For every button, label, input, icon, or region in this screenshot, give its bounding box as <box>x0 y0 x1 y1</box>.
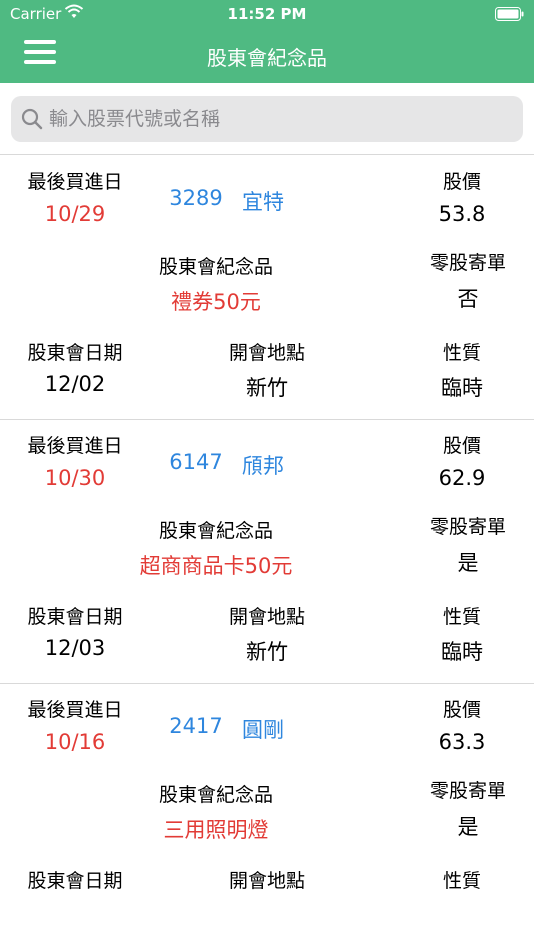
last-buy-date-value: 10/16 <box>44 730 106 754</box>
list-item[interactable]: 最後買進日 10/30 6147 頎邦 股價 62.9 股東會紀念品 超商商品卡… <box>0 420 534 684</box>
souvenir-value: 超商商品卡50元 <box>139 554 293 578</box>
last-buy-date-label: 最後買進日 <box>27 171 123 193</box>
search-field[interactable] <box>11 96 523 142</box>
list-item[interactable]: 最後買進日 10/16 2417 圓剛 股價 63.3 股東會紀念品 三用照明燈… <box>0 684 534 948</box>
stock-name: 圓剛 <box>242 718 284 742</box>
meeting-date-value: 12/02 <box>44 372 106 396</box>
price-value: 63.3 <box>438 730 486 754</box>
search-bar <box>0 83 534 155</box>
last-buy-date-label: 最後買進日 <box>27 435 123 457</box>
battery-icon <box>495 7 524 21</box>
price-label: 股價 <box>442 171 481 193</box>
stock-name: 宜特 <box>242 190 284 214</box>
type-label: 性質 <box>442 342 481 364</box>
odd-lot-label: 零股寄單 <box>429 780 506 802</box>
souvenir-label: 股東會紀念品 <box>158 784 273 806</box>
type-value: 臨時 <box>441 640 483 664</box>
search-icon <box>21 108 43 130</box>
meeting-date-label: 股東會日期 <box>27 606 123 628</box>
stock-code: 6147 <box>169 450 223 474</box>
odd-lot-label: 零股寄單 <box>429 516 506 538</box>
price-value: 53.8 <box>438 202 486 226</box>
last-buy-date-label: 最後買進日 <box>27 699 123 721</box>
type-label: 性質 <box>442 870 481 892</box>
type-label: 性質 <box>442 606 481 628</box>
souvenir-list: 最後買進日 10/29 3289 宜特 股價 53.8 股東會紀念品 禮券50元… <box>0 156 534 948</box>
last-buy-date-value: 10/29 <box>44 202 106 226</box>
souvenir-value: 禮券50元 <box>171 290 261 314</box>
odd-lot-value: 是 <box>457 815 479 839</box>
souvenir-label: 股東會紀念品 <box>158 256 273 278</box>
last-buy-date-value: 10/30 <box>44 466 106 490</box>
location-value: 新竹 <box>246 376 288 400</box>
location-label: 開會地點 <box>228 870 305 892</box>
odd-lot-value: 是 <box>457 551 479 575</box>
nav-header: Carrier 11:52 PM 股東會紀念品 <box>0 0 534 83</box>
price-label: 股價 <box>442 435 481 457</box>
souvenir-label: 股東會紀念品 <box>158 520 273 542</box>
type-value: 臨時 <box>441 376 483 400</box>
stock-name: 頎邦 <box>242 454 284 478</box>
price-label: 股價 <box>442 699 481 721</box>
meeting-date-value: 12/03 <box>44 636 106 660</box>
clock: 11:52 PM <box>227 5 307 23</box>
odd-lot-label: 零股寄單 <box>429 252 506 274</box>
stock-code: 2417 <box>169 714 223 738</box>
odd-lot-value: 否 <box>457 287 479 311</box>
souvenir-value: 三用照明燈 <box>163 818 269 842</box>
meeting-date-label: 股東會日期 <box>27 342 123 364</box>
location-label: 開會地點 <box>228 342 305 364</box>
location-value: 新竹 <box>246 640 288 664</box>
page-title: 股東會紀念品 <box>207 46 327 70</box>
location-label: 開會地點 <box>228 606 305 628</box>
price-value: 62.9 <box>438 466 486 490</box>
search-input[interactable] <box>49 96 509 142</box>
list-item[interactable]: 最後買進日 10/29 3289 宜特 股價 53.8 股東會紀念品 禮券50元… <box>0 156 534 420</box>
status-bar: Carrier 11:52 PM <box>0 0 534 30</box>
meeting-date-label: 股東會日期 <box>27 870 123 892</box>
stock-code: 3289 <box>169 186 223 210</box>
